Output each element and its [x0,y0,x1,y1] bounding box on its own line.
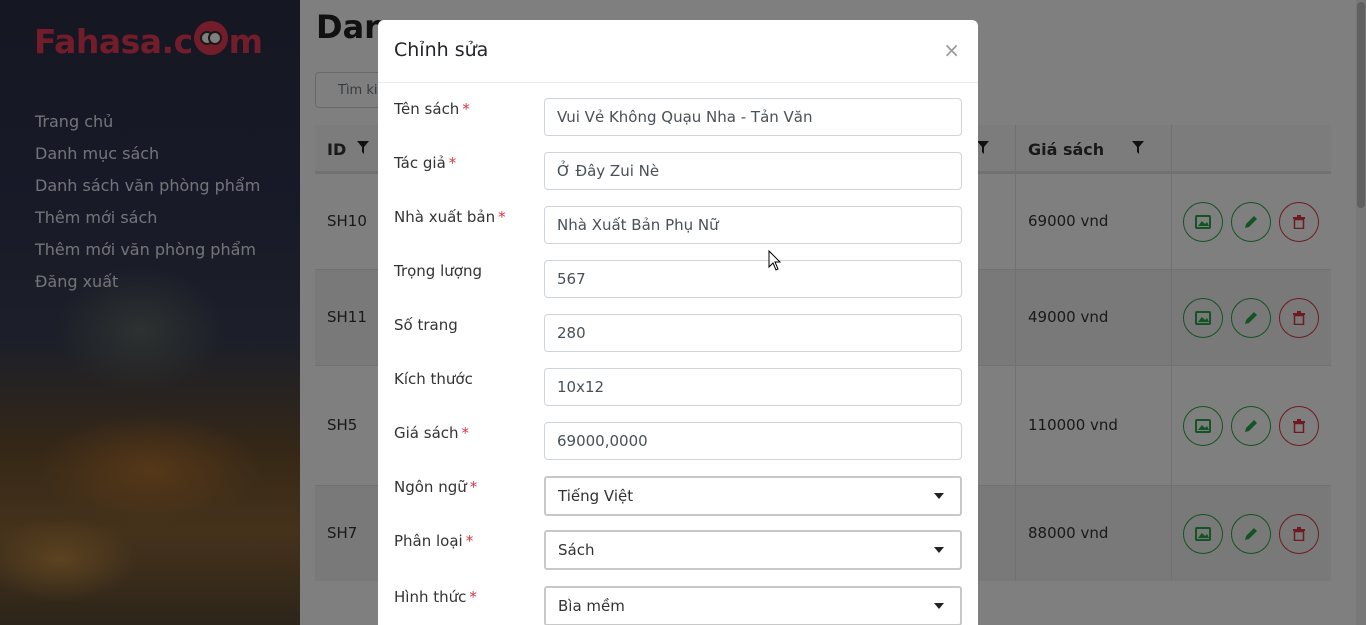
publisher-input[interactable]: Nhà Xuất Bản Phụ Nữ [544,206,962,244]
form-row-weight: Trọng lượng 567 [394,260,962,300]
select-value: Sách [558,541,595,559]
select-value: Bìa mềm [558,597,625,615]
weight-input[interactable]: 567 [544,260,962,298]
field-label-text: Tác giả [394,154,446,172]
field-label-text: Tên sách [394,100,460,118]
field-label: Số trang [394,316,458,334]
form-row-category: Phân loại * Sách [394,530,962,570]
required-mark: * [448,154,457,172]
form-row-price: Giá sách * 69000,0000 [394,422,962,462]
caret-down-icon [934,493,944,499]
required-mark: * [469,478,478,496]
format-select[interactable]: Bìa mềm [544,586,962,625]
required-mark: * [469,588,477,606]
select-value: Tiếng Việt [558,487,634,505]
form-row-publisher: Nhà xuất bản * Nhà Xuất Bản Phụ Nữ [394,206,962,246]
field-label-text: Ngôn ngữ [394,478,467,496]
author-input[interactable]: Ở Đây Zui Nè [544,152,962,190]
form-row-title: Tên sách * Vui Vẻ Không Quạu Nha - Tản Vă… [394,98,962,138]
field-label-text: Số trang [394,316,458,334]
field-label: Trọng lượng [394,262,482,280]
field-label: Hình thức * [394,588,477,606]
required-mark: * [462,100,470,118]
field-label: Giá sách * [394,424,469,442]
form-row-pages: Số trang 280 [394,314,962,354]
form-row-language: Ngôn ngữ * Tiếng Việt [394,476,962,516]
field-label-text: Trọng lượng [394,262,482,280]
mouse-cursor-icon [768,250,782,271]
field-label: Kích thước [394,370,473,388]
page-count-input[interactable]: 280 [544,314,962,352]
field-label: Tên sách * [394,100,470,118]
form-row-format: Hình thức * Bìa mềm [394,586,962,625]
field-label: Phân loại * [394,532,473,550]
field-label-text: Phân loại [394,532,463,550]
modal-title: Chỉnh sửa [394,39,489,61]
modal-header: Chỉnh sửa × [378,20,978,83]
required-mark: * [461,424,470,442]
price-input[interactable]: 69000,0000 [544,422,962,460]
field-label: Ngôn ngữ * [394,478,477,496]
language-select[interactable]: Tiếng Việt [544,476,962,516]
required-mark: * [498,208,506,226]
field-label-text: Giá sách [394,424,459,442]
form-row-size: Kích thước 10x12 [394,368,962,408]
field-label: Tác giả * [394,154,456,172]
form-row-author: Tác giả * Ở Đây Zui Nè [394,152,962,192]
caret-down-icon [934,603,944,609]
size-input[interactable]: 10x12 [544,368,962,406]
edit-book-modal: Chỉnh sửa × Tên sách * Vui Vẻ Không Quạu … [378,20,978,625]
field-label: Nhà xuất bản * [394,208,506,226]
close-icon[interactable]: × [943,38,960,62]
field-label-text: Nhà xuất bản [394,208,496,226]
category-select[interactable]: Sách [544,530,962,570]
field-label-text: Kích thước [394,370,473,388]
book-title-input[interactable]: Vui Vẻ Không Quạu Nha - Tản Văn [544,98,962,136]
required-mark: * [465,532,474,550]
caret-down-icon [934,547,944,553]
field-label-text: Hình thức [394,588,467,606]
